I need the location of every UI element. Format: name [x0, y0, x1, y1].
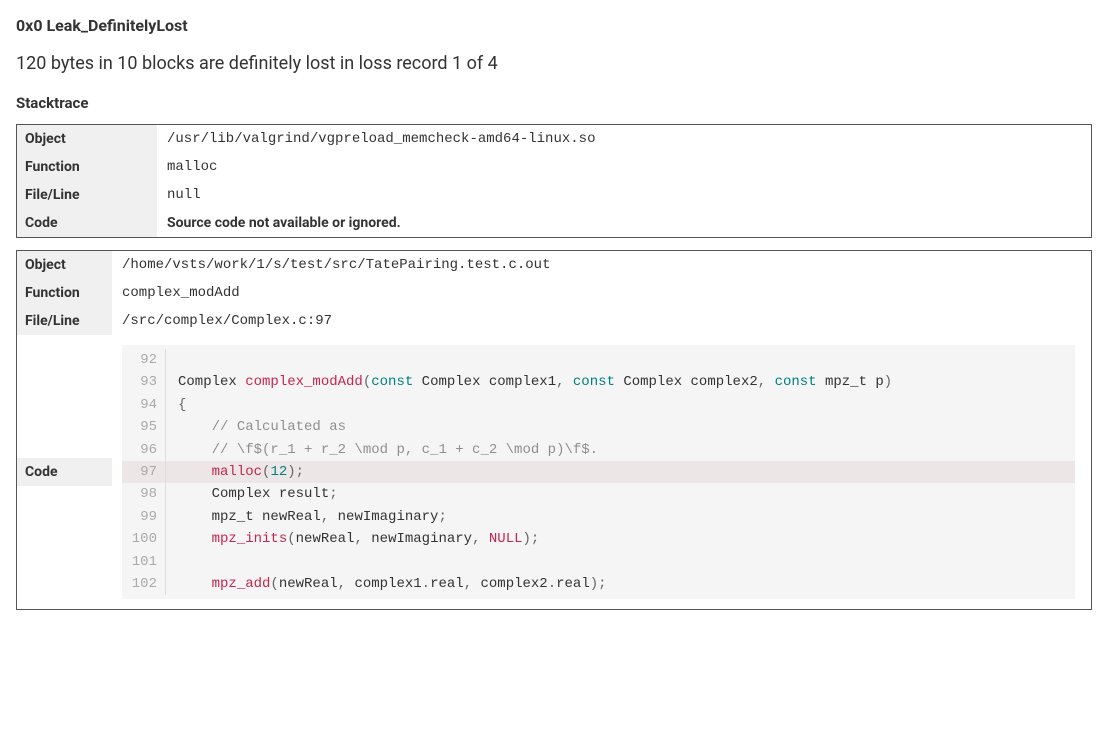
line-content: malloc(12);: [166, 461, 304, 483]
line-content: // \f$(r_1 + r_2 \mod p, c_1 + c_2 \mod …: [166, 439, 598, 461]
code-line: 96 // \f$(r_1 + r_2 \mod p, c_1 + c_2 \m…: [122, 439, 1075, 461]
code-line: 97 malloc(12);: [122, 461, 1075, 483]
line-number: 95: [122, 416, 166, 438]
line-content: Complex complex_modAdd(const Complex com…: [166, 371, 892, 393]
code-line: 102 mpz_add(newReal, complex1.real, comp…: [122, 573, 1075, 595]
code-line: 98 Complex result;: [122, 483, 1075, 505]
frame-row-function: Function malloc: [17, 153, 1091, 181]
frame-label-code: Code: [17, 458, 112, 486]
frame-row-file-line: File/Line null: [17, 181, 1091, 209]
frame-value-code-unavailable: Source code not available or ignored.: [157, 209, 1091, 237]
line-number: 99: [122, 506, 166, 528]
code-line: 95 // Calculated as: [122, 416, 1075, 438]
line-content: mpz_inits(newReal, newImaginary, NULL);: [166, 528, 539, 550]
frame-row-object: Object /home/vsts/work/1/s/test/src/Tate…: [17, 251, 1091, 279]
line-number: 96: [122, 439, 166, 461]
frame-value-function: complex_modAdd: [112, 279, 1091, 307]
frame-row-file-line: File/Line /src/complex/Complex.c:97: [17, 307, 1091, 335]
code-line: 100 mpz_inits(newReal, newImaginary, NUL…: [122, 528, 1075, 550]
code-line: 93Complex complex_modAdd(const Complex c…: [122, 371, 1075, 393]
line-content: mpz_t newReal, newImaginary;: [166, 506, 447, 528]
line-content: {: [166, 394, 186, 416]
code-line: 92: [122, 349, 1075, 371]
frame-value-object: /home/vsts/work/1/s/test/src/TatePairing…: [112, 251, 1091, 279]
frame-label-code: Code: [17, 209, 157, 237]
line-number: 100: [122, 528, 166, 550]
frame-value-object: /usr/lib/valgrind/vgpreload_memcheck-amd…: [157, 125, 1091, 153]
line-number: 93: [122, 371, 166, 393]
frame-row-code: Code Source code not available or ignore…: [17, 209, 1091, 237]
frame-label-file-line: File/Line: [17, 307, 112, 335]
error-title: 0x0 Leak_DefinitelyLost: [16, 16, 1092, 35]
line-content: Complex result;: [166, 483, 338, 505]
code-line: 94{: [122, 394, 1075, 416]
frame-row-function: Function complex_modAdd: [17, 279, 1091, 307]
frame-value-file-line: null: [157, 181, 1091, 209]
line-number: 102: [122, 573, 166, 595]
error-summary: 120 bytes in 10 blocks are definitely lo…: [16, 53, 1092, 74]
code-block: 9293Complex complex_modAdd(const Complex…: [122, 345, 1075, 599]
line-number: 98: [122, 483, 166, 505]
frame-row-code: Code 9293Complex complex_modAdd(const Co…: [17, 335, 1091, 609]
section-stacktrace-heading: Stacktrace: [16, 94, 1092, 112]
line-number: 94: [122, 394, 166, 416]
stack-frame: Object /usr/lib/valgrind/vgpreload_memch…: [16, 124, 1092, 238]
frame-value-function: malloc: [157, 153, 1091, 181]
frame-value-file-line: /src/complex/Complex.c:97: [112, 307, 1091, 335]
code-container: 9293Complex complex_modAdd(const Complex…: [112, 335, 1091, 609]
line-content: // Calculated as: [166, 416, 346, 438]
code-line: 99 mpz_t newReal, newImaginary;: [122, 506, 1075, 528]
line-number: 101: [122, 551, 166, 573]
frame-label-file-line: File/Line: [17, 181, 157, 209]
line-number: 92: [122, 349, 166, 371]
stack-frame: Object /home/vsts/work/1/s/test/src/Tate…: [16, 250, 1092, 610]
frame-row-object: Object /usr/lib/valgrind/vgpreload_memch…: [17, 125, 1091, 153]
line-number: 97: [122, 461, 166, 483]
frame-label-function: Function: [17, 153, 157, 181]
frame-label-function: Function: [17, 279, 112, 307]
code-line: 101: [122, 551, 1075, 573]
frame-label-object: Object: [17, 251, 112, 279]
frame-label-object: Object: [17, 125, 157, 153]
line-content: mpz_add(newReal, complex1.real, complex2…: [166, 573, 607, 595]
